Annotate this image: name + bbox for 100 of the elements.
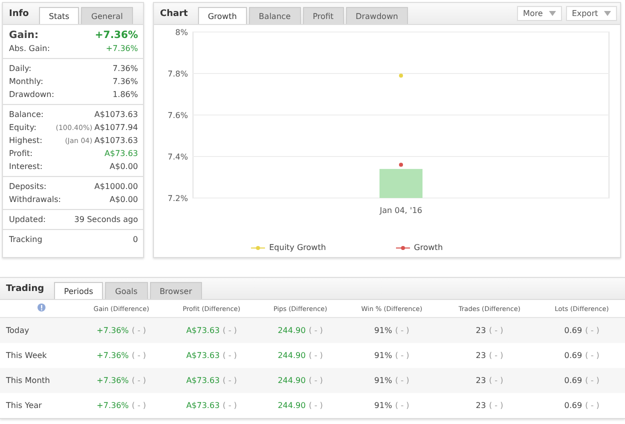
cell-value: A$73.63 bbox=[186, 351, 220, 360]
cell-difference: ( - ) bbox=[395, 376, 410, 385]
tab[interactable]: Growth bbox=[198, 7, 247, 24]
y-tick-label: 7.8% bbox=[168, 70, 188, 78]
stat-label: Daily: bbox=[9, 64, 32, 73]
cell-value: 0.69 bbox=[564, 376, 582, 385]
cell-value: 91% bbox=[374, 376, 392, 385]
cell-difference: ( - ) bbox=[132, 401, 146, 410]
cell-value: 23 bbox=[476, 326, 486, 335]
cell-difference: ( - ) bbox=[132, 326, 146, 335]
dropdown-button[interactable]: More bbox=[516, 6, 562, 21]
cell-difference: ( - ) bbox=[585, 401, 600, 410]
cell-difference: ( - ) bbox=[308, 326, 323, 335]
y-tick-label: 7.6% bbox=[168, 111, 188, 120]
cell-difference: ( - ) bbox=[395, 326, 410, 335]
legend-label[interactable]: Equity Growth bbox=[269, 243, 326, 252]
caret-icon bbox=[548, 11, 556, 16]
stat-value: 1.86% bbox=[112, 90, 138, 99]
cell-difference: ( - ) bbox=[222, 376, 237, 385]
cell-value: 244.90 bbox=[278, 401, 306, 410]
x-tick-label: Jan 04, '16 bbox=[380, 206, 422, 215]
stat-label: Withdrawals: bbox=[9, 195, 61, 204]
y-tick-label: 7.2% bbox=[168, 194, 188, 203]
stat-label: Highest: bbox=[9, 136, 42, 145]
cell-value: +7.36% bbox=[96, 326, 129, 335]
stat-value: A$0.00 bbox=[110, 195, 138, 204]
cell-difference: ( - ) bbox=[395, 351, 410, 360]
cell-value: 0.69 bbox=[564, 326, 582, 335]
cell-difference: ( - ) bbox=[585, 351, 600, 360]
y-tick-label: 7.4% bbox=[168, 152, 188, 162]
cell-value: 244.90 bbox=[278, 376, 306, 385]
stat-label: Tracking bbox=[9, 235, 42, 244]
cell-value: 91% bbox=[374, 351, 392, 360]
cell-difference: ( - ) bbox=[488, 326, 504, 335]
row-label: This Week bbox=[0, 343, 77, 368]
cell-difference: ( - ) bbox=[488, 376, 504, 385]
cell-difference: ( - ) bbox=[585, 376, 600, 385]
cell-difference: ( - ) bbox=[585, 326, 600, 335]
panel-title: Trading bbox=[6, 284, 44, 294]
cell-difference: ( - ) bbox=[308, 351, 323, 360]
data-point bbox=[399, 162, 403, 167]
y-tick-label: 8% bbox=[175, 28, 188, 37]
tab[interactable]: Stats bbox=[38, 7, 80, 24]
stat-value: 39 Seconds ago bbox=[74, 215, 138, 224]
stat-label: Balance: bbox=[9, 110, 44, 119]
tab[interactable]: Periods bbox=[54, 282, 104, 299]
cell-value: 0.69 bbox=[564, 401, 582, 410]
legend-marker-icon bbox=[251, 244, 266, 250]
stat-label: Interest: bbox=[9, 162, 43, 171]
stat-value: +7.36% bbox=[106, 44, 138, 53]
stat-value: A$1073.63 bbox=[94, 110, 138, 119]
cell-value: +7.36% bbox=[96, 401, 129, 410]
cell-difference: ( - ) bbox=[488, 401, 504, 410]
tab[interactable]: Goals bbox=[105, 282, 148, 299]
legend-marker-icon bbox=[396, 244, 410, 250]
stat-label: Profit: bbox=[9, 149, 33, 158]
cell-difference: ( - ) bbox=[222, 326, 237, 335]
stat-label: Abs. Gain: bbox=[9, 44, 50, 53]
legend-label[interactable]: Growth bbox=[414, 243, 443, 252]
cell-difference: ( - ) bbox=[308, 401, 323, 410]
row-label: This Year bbox=[0, 393, 77, 418]
tab[interactable]: Balance bbox=[248, 7, 301, 24]
panel-title: Info bbox=[9, 8, 29, 18]
row-label: Today bbox=[0, 318, 77, 343]
cell-difference: ( - ) bbox=[395, 401, 410, 410]
panel-title: Chart bbox=[160, 8, 188, 18]
stat-label: Monthly: bbox=[9, 77, 44, 86]
stat-label: Gain: bbox=[9, 30, 39, 40]
cell-value: 244.90 bbox=[278, 351, 306, 360]
tab[interactable]: General bbox=[81, 7, 133, 24]
stat-label: Equity: bbox=[9, 123, 36, 132]
cell-value: +7.36% bbox=[96, 376, 129, 385]
stat-value: A$1000.00 bbox=[94, 182, 138, 191]
bar bbox=[380, 168, 422, 198]
stat-label: Deposits: bbox=[9, 182, 46, 191]
stat-value: +7.36% bbox=[94, 30, 138, 40]
stat-value: A$1073.63 bbox=[94, 136, 138, 145]
cell-value: 0.69 bbox=[564, 351, 582, 360]
data-point bbox=[399, 74, 403, 78]
cell-difference: ( - ) bbox=[222, 401, 237, 410]
stat-value: A$1077.94 bbox=[94, 123, 138, 132]
stat-value: 0 bbox=[132, 235, 138, 244]
stat-value: 7.36% bbox=[112, 77, 138, 86]
cell-value: 244.90 bbox=[278, 326, 306, 335]
cell-value: 23 bbox=[476, 376, 486, 385]
cell-difference: ( - ) bbox=[222, 351, 237, 360]
tab[interactable]: Browser bbox=[150, 282, 202, 299]
caret-icon bbox=[604, 11, 611, 16]
stat-value: A$0.00 bbox=[110, 162, 138, 171]
cell-value: A$73.63 bbox=[186, 326, 220, 335]
tab[interactable]: Profit bbox=[302, 7, 344, 24]
cell-value: 91% bbox=[374, 401, 392, 410]
cell-difference: ( - ) bbox=[132, 376, 146, 385]
tab[interactable]: Drawdown bbox=[346, 7, 408, 24]
stat-label: Drawdown: bbox=[9, 90, 54, 99]
info-icon[interactable] bbox=[36, 303, 46, 312]
dropdown-button[interactable]: Export bbox=[566, 6, 617, 21]
cell-value: 91% bbox=[374, 326, 392, 335]
cell-difference: ( - ) bbox=[488, 351, 504, 360]
cell-value: A$73.63 bbox=[186, 376, 220, 385]
